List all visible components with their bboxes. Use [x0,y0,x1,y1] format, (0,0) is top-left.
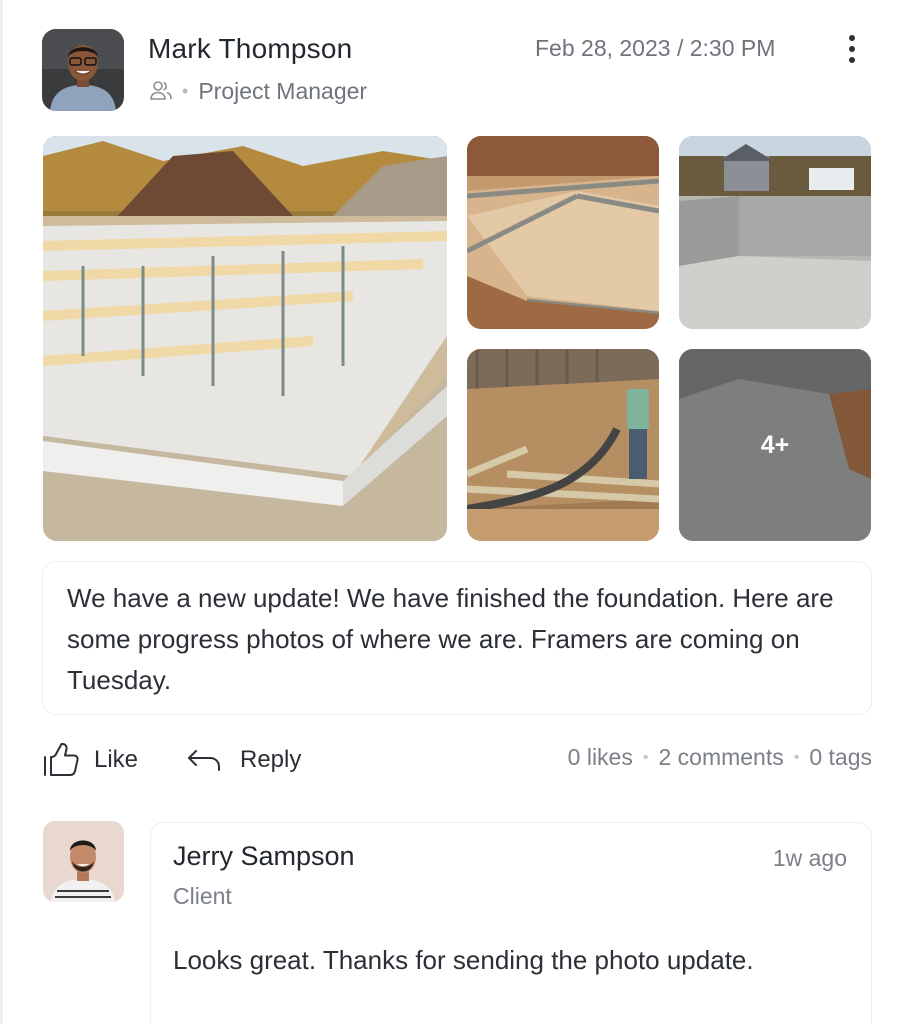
post-timestamp: Feb 28, 2023 / 2:30 PM [535,35,776,61]
left-divider [0,0,3,1024]
stats-separator: • [642,748,649,766]
more-photos-overlay[interactable]: 4+ [679,349,871,541]
gallery-photo-3[interactable] [679,136,871,329]
gallery-photo-4[interactable] [467,349,659,541]
more-vertical-icon[interactable] [838,32,866,66]
author-avatar[interactable] [42,29,124,111]
author-role-row: • Project Manager [148,76,367,106]
stats-separator: • [793,748,800,766]
thumbs-up-icon [42,741,80,779]
comment-card: Jerry Sampson Client 1w ago Looks great.… [150,822,872,1024]
gallery-photo-5[interactable]: 4+ [679,349,871,541]
post-stats: 0 likes • 2 comments • 0 tags [568,744,872,771]
gallery-photo-main[interactable] [43,136,447,541]
like-label: Like [94,746,139,773]
separator-dot: • [182,80,189,101]
author-role: Project Manager [198,77,368,104]
comments-count[interactable]: 2 comments [658,744,783,771]
reply-arrow-icon [186,745,222,775]
comment-time: 1w ago [772,845,847,871]
author-name[interactable]: Mark Thompson [148,33,352,65]
reply-button[interactable]: Reply [186,740,301,780]
like-button[interactable]: Like [42,740,138,780]
people-icon [148,78,174,104]
comment-text: Looks great. Thanks for sending the phot… [173,945,754,975]
likes-count[interactable]: 0 likes [568,744,633,771]
post-body: We have a new update! We have finished t… [42,561,872,715]
commenter-name[interactable]: Jerry Sampson [173,841,355,872]
reply-label: Reply [240,746,302,773]
commenter-role: Client [173,883,232,909]
gallery-photo-2[interactable] [467,136,659,329]
tags-count[interactable]: 0 tags [809,744,872,771]
post-text: We have a new update! We have finished t… [67,583,834,695]
commenter-avatar[interactable] [43,821,124,902]
